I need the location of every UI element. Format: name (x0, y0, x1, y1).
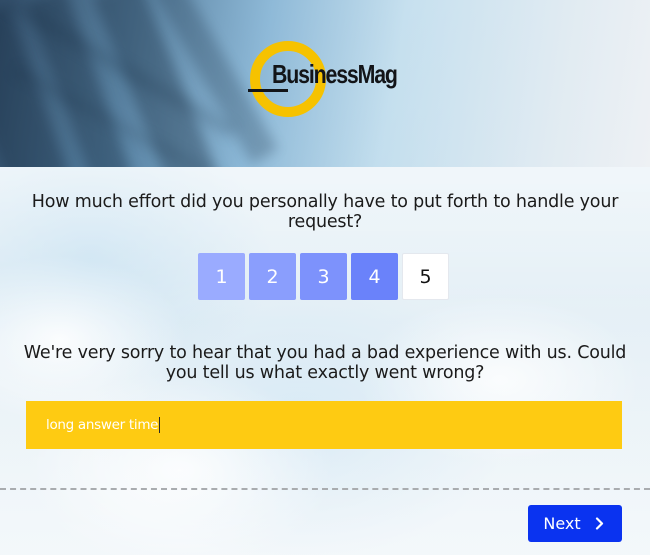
rating-option-3[interactable]: 3 (300, 253, 347, 300)
next-button-label: Next (543, 514, 581, 533)
dashed-divider (0, 488, 650, 490)
next-button[interactable]: Next (528, 505, 622, 542)
chevron-right-icon (595, 517, 607, 531)
rating-option-2[interactable]: 2 (249, 253, 296, 300)
text-cursor (159, 417, 161, 433)
header-banner: BusinessMag (0, 0, 650, 167)
brand-logo: BusinessMag (248, 33, 408, 133)
rating-option-4[interactable]: 4 (351, 253, 398, 300)
feedback-answer-value: long answer time (46, 417, 159, 433)
effort-question: How much effort did you personally have … (31, 192, 619, 232)
feedback-question: We're very sorry to hear that you had a … (23, 343, 627, 383)
rating-option-5[interactable]: 5 (402, 253, 449, 300)
rating-option-1[interactable]: 1 (198, 253, 245, 300)
feedback-answer-input[interactable]: long answer time (26, 401, 622, 449)
effort-rating-scale: 1 2 3 4 5 (198, 253, 449, 300)
brand-name: BusinessMag (272, 59, 398, 89)
